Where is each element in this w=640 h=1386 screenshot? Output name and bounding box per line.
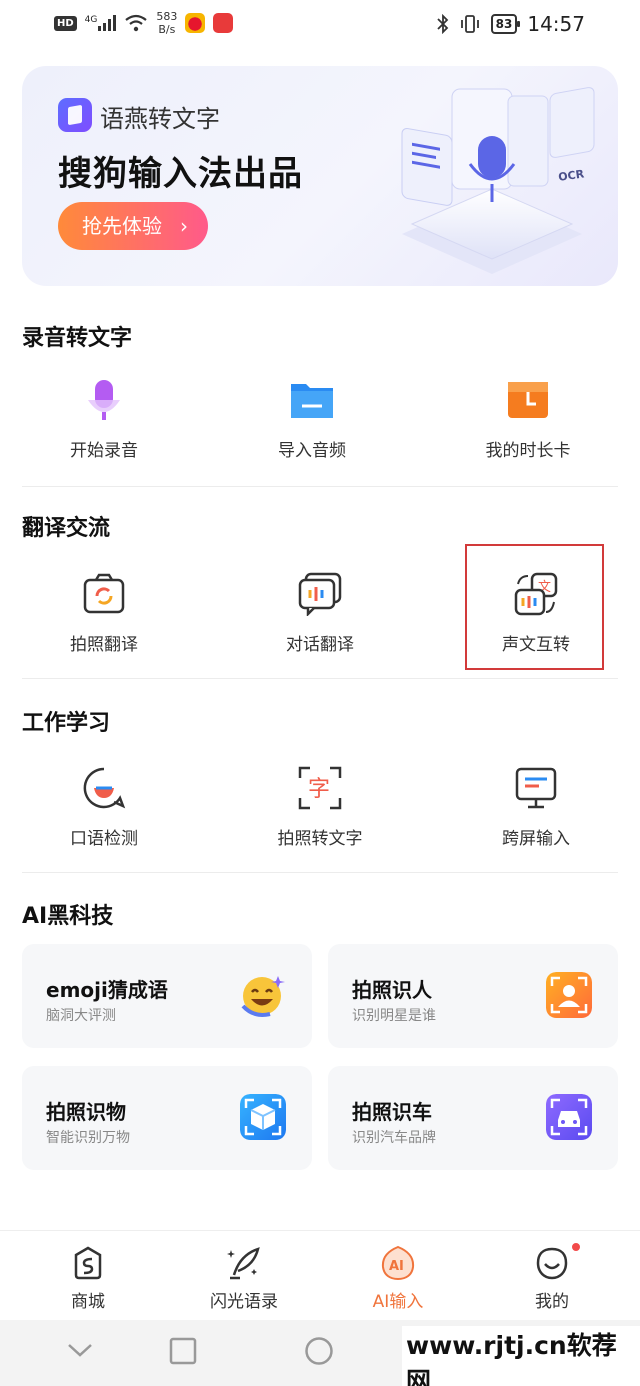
photo-translate-label: 拍照翻译 — [70, 635, 138, 655]
banner-ocr-label: OCR — [557, 167, 585, 184]
signal-icon: 4G — [85, 15, 117, 31]
speech-check-icon — [83, 767, 126, 809]
divider — [22, 486, 618, 487]
emoji-idiom-card[interactable]: emoji猜成语 脑洞大评测 — [22, 944, 312, 1048]
watermark-text: www.rjtj.cn软荐网 — [402, 1326, 640, 1386]
ai-input-icon: AI — [381, 1245, 415, 1281]
tab-ai-input[interactable]: AI AI输入 — [318, 1231, 478, 1321]
object-recognize-icon — [240, 1094, 286, 1140]
photo-to-text-icon: 字 — [298, 766, 342, 810]
weibo-icon — [185, 13, 206, 33]
emoji-idiom-title: emoji猜成语 — [46, 978, 168, 1002]
app-logo-icon — [58, 98, 92, 132]
section-title-ai: AI黑科技 — [22, 904, 114, 929]
speed-unit: B/s — [158, 23, 176, 36]
network-speed: 583 B/s — [156, 10, 177, 36]
section-title-work: 工作学习 — [22, 711, 111, 736]
my-duration-card-button[interactable]: 我的时长卡 — [448, 378, 608, 488]
nav-home-icon[interactable] — [304, 1336, 334, 1366]
cross-screen-input-label: 跨屏输入 — [502, 829, 570, 849]
clock-card-icon — [508, 382, 548, 418]
quill-icon — [227, 1247, 260, 1280]
status-right: 83 14:57 — [437, 12, 585, 36]
photo-object-title: 拍照识物 — [46, 1100, 126, 1124]
signal-label: 4G — [84, 15, 98, 25]
chevron-right-icon: › — [180, 214, 188, 238]
status-left: HD 4G 583 B/s — [54, 10, 234, 36]
tab-ai-input-label: AI输入 — [372, 1292, 424, 1312]
person-recognize-icon — [546, 972, 592, 1018]
photo-to-text-button[interactable]: 字 拍照转文字 — [240, 766, 400, 876]
hd-badge: HD — [54, 15, 77, 31]
store-icon — [74, 1246, 102, 1280]
ai-input-glyph: AI — [389, 1259, 404, 1274]
wifi-icon — [125, 14, 148, 32]
nav-collapse-icon[interactable] — [66, 1340, 94, 1360]
bottom-tab-bar: 商城 闪光语录 AI AI输入 我的 — [0, 1230, 640, 1320]
dialogue-translate-button[interactable]: 对话翻译 — [240, 572, 400, 682]
cross-screen-input-button[interactable]: 跨屏输入 — [456, 766, 616, 876]
promo-banner[interactable]: 语燕转文字 搜狗输入法出品 抢先体验 › OCR — [22, 66, 618, 286]
vibrate-icon — [460, 15, 479, 33]
tab-profile[interactable]: 我的 — [472, 1231, 632, 1321]
emoji-icon — [241, 976, 285, 1017]
photo-translate-button[interactable]: 拍照翻译 — [24, 572, 184, 682]
photo-car-card[interactable]: 拍照识车 识别汽车品牌 — [328, 1066, 618, 1170]
section-title-translation: 翻译交流 — [22, 516, 111, 541]
photo-object-subtitle: 智能识别万物 — [46, 1130, 130, 1146]
my-duration-card-label: 我的时长卡 — [485, 441, 571, 461]
tab-profile-label: 我的 — [535, 1292, 569, 1312]
work-grid: 口语检测 字 拍照转文字 跨屏输入 — [0, 766, 640, 876]
tab-flash-quotes-label: 闪光语录 — [210, 1292, 278, 1312]
photo-car-title: 拍照识车 — [352, 1100, 432, 1124]
section-title-recording: 录音转文字 — [22, 326, 133, 351]
divider — [22, 678, 618, 679]
status-bar: HD 4G 583 B/s 83 14:57 — [0, 0, 640, 52]
recording-grid: 开始录音 导入音频 我的时长卡 — [0, 378, 640, 488]
photo-person-card[interactable]: 拍照识人 识别明星是谁 — [328, 944, 618, 1048]
bluetooth-icon — [437, 14, 448, 34]
try-now-button[interactable]: 抢先体验 › — [58, 202, 208, 250]
microphone-icon — [88, 380, 120, 420]
banner-brand: 语燕转文字 — [100, 105, 220, 133]
tab-store-label: 商城 — [71, 1292, 105, 1312]
import-audio-button[interactable]: 导入音频 — [232, 378, 392, 488]
photo-to-text-label: 拍照转文字 — [277, 829, 363, 849]
banner-title: 搜狗输入法出品 — [58, 154, 303, 194]
speech-check-button[interactable]: 口语检测 — [24, 766, 184, 876]
photo-person-title: 拍照识人 — [352, 978, 432, 1002]
tab-flash-quotes[interactable]: 闪光语录 — [164, 1231, 324, 1321]
dialogue-translate-label: 对话翻译 — [286, 635, 354, 655]
notification-dot — [570, 1241, 582, 1253]
car-recognize-icon — [546, 1094, 592, 1140]
start-recording-label: 开始录音 — [70, 441, 138, 461]
photo-person-subtitle: 识别明星是谁 — [352, 1008, 436, 1024]
speed-value: 583 — [156, 10, 178, 23]
camera-translate-icon — [83, 573, 125, 614]
profile-icon — [536, 1247, 568, 1280]
highlight-box — [465, 544, 604, 670]
nav-recents-icon[interactable] — [169, 1337, 197, 1365]
dialogue-translate-icon — [298, 572, 342, 616]
photo-to-text-glyph: 字 — [308, 777, 330, 802]
photo-car-subtitle: 识别汽车品牌 — [352, 1130, 436, 1146]
divider — [22, 872, 618, 873]
xiaohongshu-icon — [213, 13, 234, 33]
folder-icon — [291, 384, 333, 418]
emoji-idiom-subtitle: 脑洞大评测 — [46, 1008, 116, 1024]
tab-store[interactable]: 商城 — [8, 1231, 168, 1321]
cross-screen-icon — [515, 767, 557, 809]
photo-object-card[interactable]: 拍照识物 智能识别万物 — [22, 1066, 312, 1170]
battery-indicator: 83 — [490, 14, 521, 34]
clock: 14:57 — [527, 12, 585, 36]
start-recording-button[interactable]: 开始录音 — [24, 378, 184, 488]
import-audio-label: 导入音频 — [278, 441, 346, 461]
try-now-label: 抢先体验 — [82, 214, 162, 238]
speech-check-label: 口语检测 — [70, 829, 138, 849]
banner-illustration-icon: OCR — [401, 87, 595, 274]
